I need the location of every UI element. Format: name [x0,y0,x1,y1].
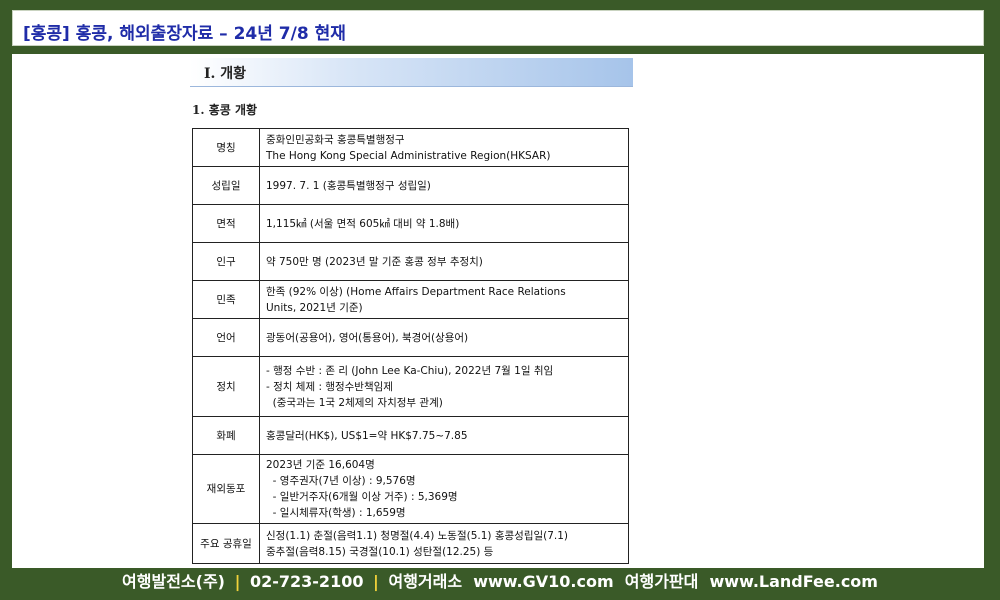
row-value: 광동어(공용어), 영어(통용어), 북경어(상용어) [259,318,629,357]
table-row: 화폐 홍콩달러(HK$), US$1=약 HK$7.75~7.85 [192,416,629,455]
row-value: 홍콩달러(HK$), US$1=약 HK$7.75~7.85 [259,416,629,455]
footer-bar: 여행발전소(주) | 02-723-2100 | 여행거래소 www.GV10.… [0,568,1000,600]
table-row: 정치 - 행정 수반 : 존 리 (John Lee Ka-Chiu), 202… [192,356,629,417]
row-value: 약 750만 명 (2023년 말 기준 홍콩 정부 추정치) [259,242,629,281]
table-row: 면적 1,115㎢ (서울 면적 605㎢ 대비 약 1.8배) [192,204,629,243]
subheading: 1. 홍콩 개황 [192,103,258,117]
section-title: Ⅰ. 개황 [204,66,247,82]
title-bar: [홍콩] 홍콩, 해외출장자료 – 24년 7/8 현재 [12,10,984,46]
table-row: 명칭 중화인민공화국 홍콩특별행정구 The Hong Kong Special… [192,128,629,167]
section-header-bar: Ⅰ. 개황 [190,58,633,87]
footer-price-label: 여행가판대 [624,572,699,591]
overview-table: 명칭 중화인민공화국 홍콩특별행정구 The Hong Kong Special… [192,128,629,564]
row-label: 성립일 [192,166,260,205]
footer-separator: | [373,572,379,591]
footer-exchange-link[interactable]: www.GV10.com [473,572,613,591]
footer-separator: | [234,572,241,591]
table-row: 주요 공휴일 신정(1.1) 춘절(음력1.1) 청명절(4.4) 노동절(5.… [192,523,629,564]
row-value: 중화인민공화국 홍콩특별행정구 The Hong Kong Special Ad… [259,128,629,167]
row-label: 인구 [192,242,260,281]
row-label: 명칭 [192,128,260,167]
table-row: 민족 한족 (92% 이상) (Home Affairs Department … [192,280,629,319]
row-value: - 행정 수반 : 존 리 (John Lee Ka-Chiu), 2022년 … [259,356,629,417]
table-row: 인구 약 750만 명 (2023년 말 기준 홍콩 정부 추정치) [192,242,629,281]
page-title: [홍콩] 홍콩, 해외출장자료 – 24년 7/8 현재 [23,24,346,44]
row-value: 신정(1.1) 춘절(음력1.1) 청명절(4.4) 노동절(5.1) 홍콩성립… [259,523,629,564]
row-label: 정치 [192,356,260,417]
row-label: 재외동포 [192,454,260,524]
row-label: 면적 [192,204,260,243]
footer-company: 여행발전소(주) [122,572,225,591]
row-value: 한족 (92% 이상) (Home Affairs Department Rac… [259,280,629,319]
table-row: 재외동포 2023년 기준 16,604명 - 영주권자(7년 이상) : 9,… [192,454,629,524]
row-value: 2023년 기준 16,604명 - 영주권자(7년 이상) : 9,576명 … [259,454,629,524]
footer-exchange-label: 여행거래소 [388,572,463,591]
row-value: 1997. 7. 1 (홍콩특별행정구 성립일) [259,166,629,205]
row-value: 1,115㎢ (서울 면적 605㎢ 대비 약 1.8배) [259,204,629,243]
document-area: Ⅰ. 개황 1. 홍콩 개황 명칭 중화인민공화국 홍콩특별행정구 The Ho… [12,54,984,568]
table-row: 언어 광동어(공용어), 영어(통용어), 북경어(상용어) [192,318,629,357]
table-row: 성립일 1997. 7. 1 (홍콩특별행정구 성립일) [192,166,629,205]
footer-phone: 02-723-2100 [249,572,364,591]
footer-price-link[interactable]: www.LandFee.com [710,572,878,591]
row-label: 언어 [192,318,260,357]
row-label: 주요 공휴일 [192,523,260,564]
row-label: 민족 [192,280,260,319]
row-label: 화폐 [192,416,260,455]
